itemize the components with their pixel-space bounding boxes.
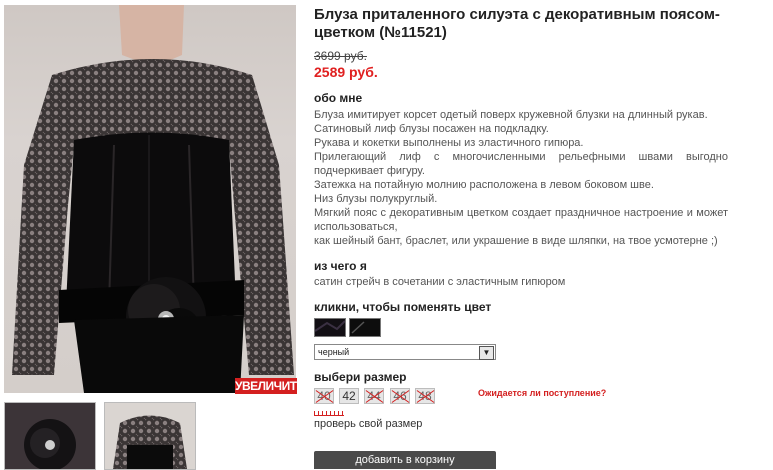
thumbnail-image (5, 403, 95, 469)
ruler-icon (314, 409, 344, 416)
description-line: Сатиновый лиф блузы посажен на подкладку… (314, 123, 549, 135)
product-main-image[interactable] (4, 5, 296, 393)
size-check-link[interactable]: проверь свой размер (314, 418, 422, 430)
description-line: Мягкий пояс с декоративным цветком созда… (314, 207, 728, 233)
swatch-image (314, 319, 346, 336)
color-swatch-black[interactable] (314, 318, 346, 337)
size-option-46[interactable]: 46 (390, 388, 410, 404)
size-option-42[interactable]: 42 (339, 388, 359, 404)
product-description: Блуза имитирует корсет одетый поверх кру… (314, 108, 728, 248)
waitlist-link[interactable]: Ожидается ли поступление? (478, 388, 606, 398)
about-heading: обо мне (314, 91, 363, 105)
size-option-48[interactable]: 48 (415, 388, 435, 404)
description-line: Затежка на потайную молнию расположена в… (314, 179, 654, 191)
thumbnail-flower-closeup[interactable] (4, 402, 96, 470)
color-select-value: черный (318, 347, 350, 357)
size-heading: выбери размер (314, 370, 407, 384)
material-heading: из чего я (314, 259, 367, 273)
color-select[interactable]: черный ▼ (314, 344, 496, 360)
add-to-cart-button[interactable]: добавить в корзину (314, 451, 496, 469)
model-photo-illustration (12, 5, 294, 393)
product-title: Блуза приталенного силуэта с декоративны… (314, 6, 720, 41)
thumbnail-back-view[interactable] (104, 402, 196, 470)
material-text: сатин стрейч в сочетании с эластичным ги… (314, 276, 566, 288)
description-line: Рукава и кокетки выполнены из эластичног… (314, 137, 584, 149)
old-price: 3699 руб. (314, 49, 367, 63)
color-heading: кликни, чтобы поменять цвет (314, 300, 492, 314)
description-line: Блуза имитирует корсет одетый поверх кру… (314, 109, 708, 121)
description-line: как шейный бант, браслет, или украшение … (314, 235, 718, 247)
description-line: Прилегающий лиф с многочисленными рельеф… (314, 151, 728, 177)
current-price: 2589 руб. (314, 64, 378, 80)
size-option-44[interactable]: 44 (364, 388, 384, 404)
chevron-down-icon[interactable]: ▼ (479, 346, 494, 360)
size-option-40[interactable]: 40 (314, 388, 334, 404)
swatch-image (350, 319, 380, 336)
color-swatch-black-lace[interactable] (349, 318, 381, 337)
zoom-button[interactable]: УВЕЛИЧИТЬ (235, 378, 305, 394)
thumbnail-image (105, 403, 195, 469)
description-line: Низ блузы полукруглый. (314, 193, 438, 205)
